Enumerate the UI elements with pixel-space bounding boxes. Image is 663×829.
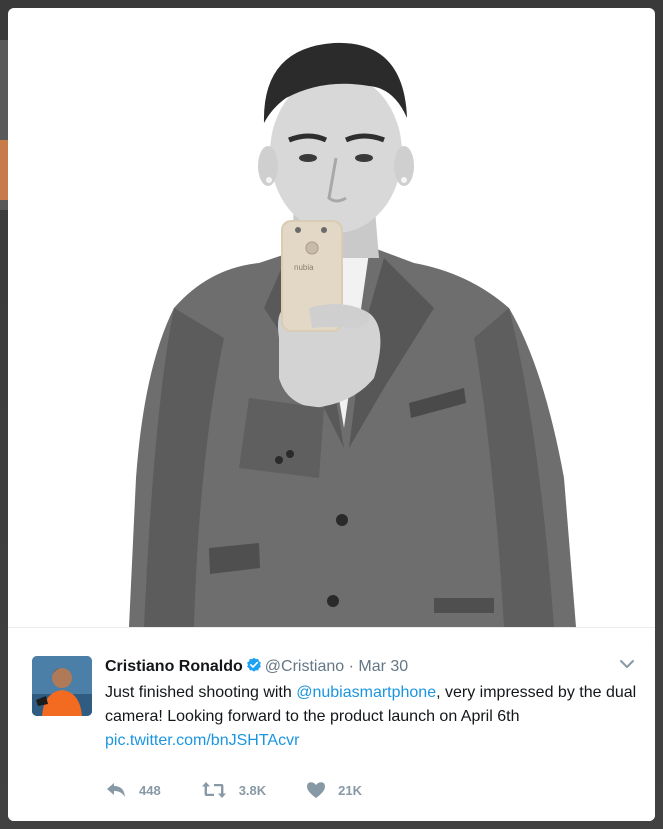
phone-brand-text: nubia bbox=[294, 263, 314, 272]
reply-button[interactable]: 448 bbox=[105, 781, 161, 799]
tweet-header: Cristiano Ronaldo @Cristiano · Mar 30 bbox=[105, 657, 408, 677]
chevron-down-icon[interactable] bbox=[619, 656, 635, 672]
avatar-image bbox=[32, 656, 92, 716]
avatar[interactable] bbox=[32, 656, 92, 716]
background-thumbnail bbox=[0, 140, 8, 200]
retweet-count: 3.8K bbox=[238, 782, 267, 798]
header-separator: · bbox=[348, 658, 354, 675]
tweet-text-part1: Just finished shooting with bbox=[105, 684, 297, 701]
author-name[interactable]: Cristiano Ronaldo bbox=[105, 658, 243, 675]
background-page-strip bbox=[0, 40, 8, 210]
tweet-date[interactable]: Mar 30 bbox=[358, 658, 408, 675]
like-button[interactable]: 21K bbox=[306, 781, 362, 799]
heart-icon bbox=[307, 782, 326, 798]
reply-icon bbox=[107, 783, 125, 797]
retweet-icon bbox=[201, 782, 226, 798]
tweet-photo[interactable]: nubia bbox=[24, 8, 641, 627]
reply-count: 448 bbox=[139, 782, 161, 798]
tweet-card: Cristiano Ronaldo @Cristiano · Mar 30 Jus… bbox=[8, 627, 655, 821]
author-handle[interactable]: @Cristiano bbox=[265, 658, 344, 675]
photo-illustration: nubia bbox=[129, 42, 576, 627]
mention-link[interactable]: @nubiasmartphone bbox=[296, 684, 436, 701]
retweet-button[interactable]: 3.8K bbox=[201, 781, 266, 799]
tweet-text: Just finished shooting with @nubiasmartp… bbox=[105, 681, 640, 753]
verified-badge-icon bbox=[246, 657, 262, 673]
tweet-actions: 448 3.8K 21K bbox=[105, 780, 402, 800]
like-count: 21K bbox=[338, 782, 363, 798]
pic-link[interactable]: pic.twitter.com/bnJSHTAcvr bbox=[105, 732, 299, 749]
tweet-media-modal: nubia Cristiano Ronaldo @Cristiano · Mar … bbox=[8, 8, 655, 821]
